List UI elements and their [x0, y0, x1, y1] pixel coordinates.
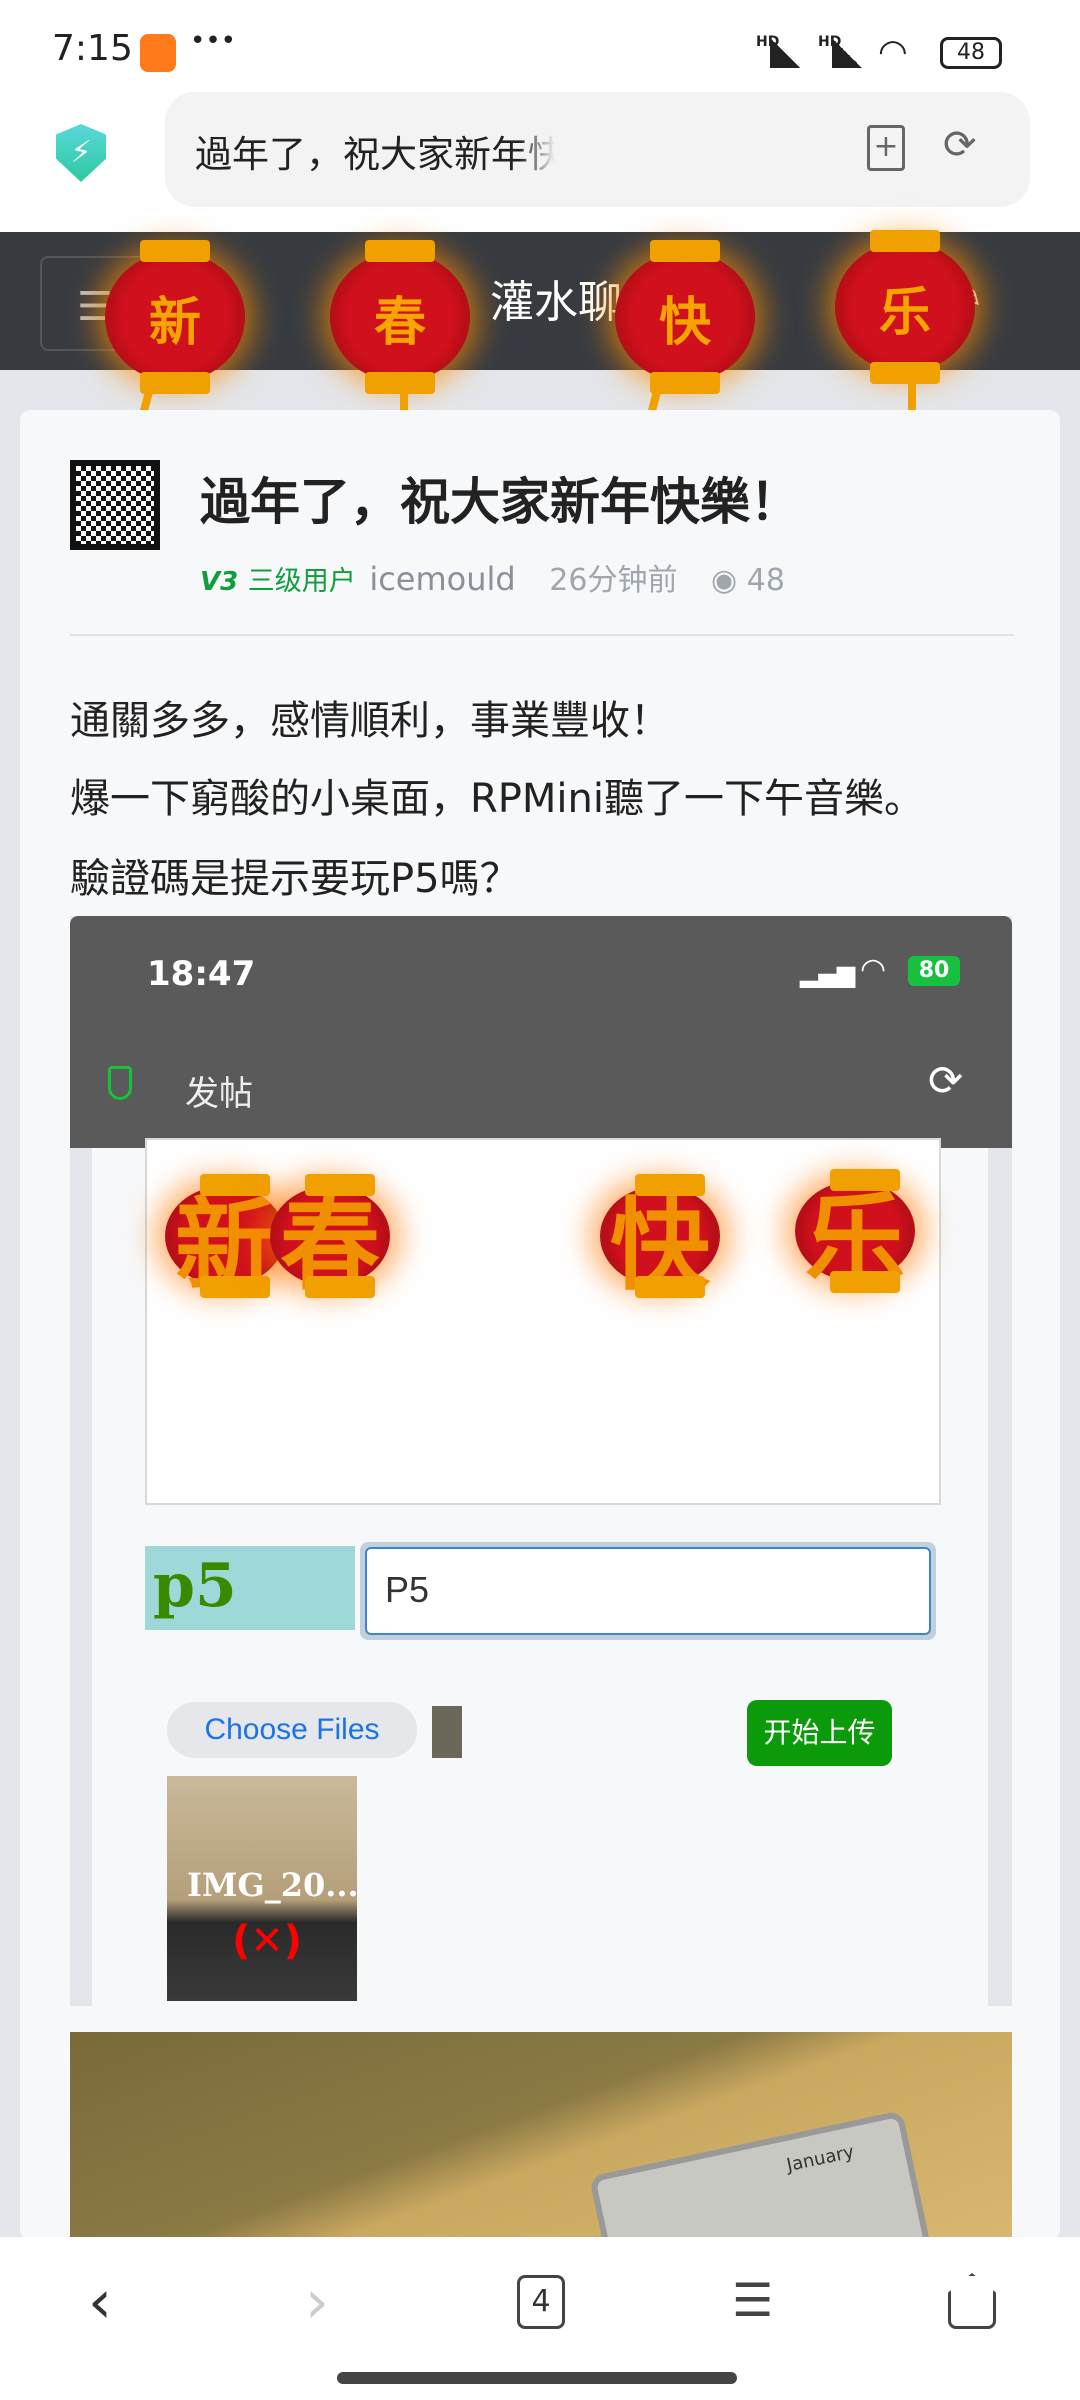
reload-icon[interactable]: ⟳	[943, 122, 977, 168]
lantern-decoration: 新	[165, 1174, 285, 1304]
author-link[interactable]: icemould	[369, 560, 515, 598]
divider	[70, 634, 1014, 636]
file-thumbnail	[432, 1706, 462, 1758]
wifi-icon: ◠	[860, 952, 887, 987]
reload-icon: ⟳	[928, 1056, 964, 1105]
preview-filename: IMG_20...	[187, 1866, 359, 1904]
captcha-input[interactable]: P5	[365, 1547, 931, 1635]
battery-indicator: 48	[940, 37, 1002, 69]
status-bar: 7:15 ••• HD HD ◠ 48	[0, 0, 1080, 92]
view-count: 48	[746, 563, 785, 598]
body-line: 爆一下窮酸的小桌面，RPMini聽了一下午音樂。	[70, 776, 925, 822]
upload-preview: IMG_20... (✕)	[167, 1776, 359, 2001]
address-bar[interactable]: 過年了，祝大家新年快樂！-灌水 + ⟳	[165, 92, 1030, 207]
wifi-icon: ◠	[878, 32, 908, 72]
signal-bars-icon	[832, 38, 862, 68]
captcha-input-wrap: P5	[360, 1542, 936, 1640]
embedded-screenshot[interactable]: 18:47 ▂▄▆ ◠ 80 发帖 ⟳ 新 春 快 乐 p5 P5 Choose…	[70, 916, 1012, 2006]
choose-files-button[interactable]: Choose Files	[167, 1702, 417, 1758]
level-badge: V3	[200, 567, 239, 597]
lantern-decoration: 乐	[795, 1169, 915, 1299]
back-icon[interactable]: ‹	[88, 2267, 112, 2337]
embedded-time: 18:47	[147, 954, 256, 994]
add-bookmark-icon[interactable]: +	[867, 125, 905, 171]
body-line: 驗證碼是提示要玩P5嗎？	[70, 856, 520, 902]
qr-avatar[interactable]	[70, 460, 160, 550]
calendar-device: January	[588, 2110, 932, 2242]
status-time: 7:15	[52, 28, 133, 69]
captcha-image[interactable]: p5	[145, 1546, 355, 1630]
post-photo[interactable]: January	[70, 2032, 1012, 2242]
more-notifications: •••	[190, 26, 237, 56]
embedded-battery: 80	[908, 956, 960, 986]
home-icon[interactable]	[948, 2273, 996, 2329]
tabs-button[interactable]: 4	[517, 2275, 565, 2329]
mi-store-icon	[140, 34, 176, 72]
remove-file-button[interactable]: (✕)	[232, 1918, 302, 1964]
shield-icon	[108, 1066, 132, 1100]
post-meta: V3 三级用户 icemould 26分钟前 ◉ 48	[200, 555, 785, 599]
start-upload-button[interactable]: 开始上传	[747, 1700, 892, 1766]
signal-bars-icon	[770, 38, 800, 68]
forward-icon[interactable]: ›	[305, 2267, 329, 2337]
embedded-page-title: 发帖	[185, 1074, 253, 1114]
lantern-decoration: 春	[330, 240, 470, 394]
lantern-decoration: 春	[270, 1174, 390, 1304]
lantern-decoration: 快	[600, 1174, 720, 1304]
browser-toolbar: ⚡ 過年了，祝大家新年快樂！-灌水 + ⟳	[0, 92, 1080, 232]
menu-icon[interactable]: ☰	[732, 2273, 773, 2327]
signal-icon: ▂▄▆	[800, 960, 856, 988]
eye-icon: ◉	[711, 563, 738, 598]
security-shield-icon[interactable]: ⚡	[56, 124, 106, 182]
site-header: ☰ 灌水聊天 ✎ 新 春 快 乐	[0, 230, 1080, 394]
lantern-decoration: 新	[105, 240, 245, 394]
post-time: 26分钟前	[549, 563, 678, 598]
lantern-decoration: 快	[615, 240, 755, 394]
page-title-text: 過年了，祝大家新年快樂！-灌水	[195, 133, 555, 176]
calendar-month: January	[784, 2141, 856, 2177]
embedded-header: 18:47 ▂▄▆ ◠ 80 发帖 ⟳	[70, 916, 1012, 1148]
level-label: 三级用户	[247, 566, 356, 597]
post-title: 過年了，祝大家新年快樂！	[200, 473, 800, 531]
lantern-decoration: 乐	[835, 230, 975, 384]
home-indicator[interactable]	[337, 2372, 737, 2384]
bottom-navigation: ‹ › 4 ☰	[0, 2237, 1080, 2400]
body-line: 通關多多，感情順利，事業豐收！	[70, 698, 670, 744]
